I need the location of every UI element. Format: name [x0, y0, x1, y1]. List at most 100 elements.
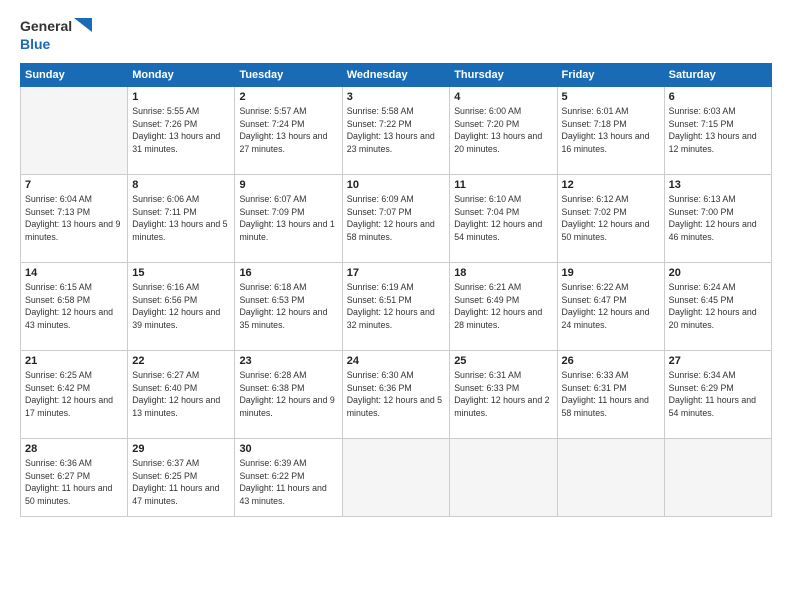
column-header-sunday: Sunday	[21, 63, 128, 86]
column-header-monday: Monday	[128, 63, 235, 86]
day-info: Sunrise: 6:37 AM Sunset: 6:25 PM Dayligh…	[132, 457, 230, 508]
calendar-cell: 8 Sunrise: 6:06 AM Sunset: 7:11 PM Dayli…	[128, 174, 235, 262]
calendar-cell	[342, 438, 449, 516]
calendar-cell	[557, 438, 664, 516]
day-number: 24	[347, 355, 445, 367]
day-number: 7	[25, 179, 123, 191]
day-number: 23	[239, 355, 337, 367]
day-info: Sunrise: 6:15 AM Sunset: 6:58 PM Dayligh…	[25, 281, 123, 332]
day-info: Sunrise: 6:12 AM Sunset: 7:02 PM Dayligh…	[562, 193, 660, 244]
day-info: Sunrise: 6:36 AM Sunset: 6:27 PM Dayligh…	[25, 457, 123, 508]
day-info: Sunrise: 6:30 AM Sunset: 6:36 PM Dayligh…	[347, 369, 445, 420]
day-info: Sunrise: 6:33 AM Sunset: 6:31 PM Dayligh…	[562, 369, 660, 420]
day-info: Sunrise: 6:28 AM Sunset: 6:38 PM Dayligh…	[239, 369, 337, 420]
day-number: 2	[239, 91, 337, 103]
calendar-cell: 27 Sunrise: 6:34 AM Sunset: 6:29 PM Dayl…	[664, 350, 771, 438]
day-info: Sunrise: 6:06 AM Sunset: 7:11 PM Dayligh…	[132, 193, 230, 244]
day-info: Sunrise: 6:00 AM Sunset: 7:20 PM Dayligh…	[454, 105, 552, 156]
calendar-cell	[664, 438, 771, 516]
calendar-cell: 13 Sunrise: 6:13 AM Sunset: 7:00 PM Dayl…	[664, 174, 771, 262]
calendar-cell: 5 Sunrise: 6:01 AM Sunset: 7:18 PM Dayli…	[557, 86, 664, 174]
day-number: 19	[562, 267, 660, 279]
day-number: 16	[239, 267, 337, 279]
calendar-cell: 28 Sunrise: 6:36 AM Sunset: 6:27 PM Dayl…	[21, 438, 128, 516]
calendar-cell: 14 Sunrise: 6:15 AM Sunset: 6:58 PM Dayl…	[21, 262, 128, 350]
calendar-cell	[21, 86, 128, 174]
day-info: Sunrise: 6:27 AM Sunset: 6:40 PM Dayligh…	[132, 369, 230, 420]
day-number: 9	[239, 179, 337, 191]
day-number: 11	[454, 179, 552, 191]
calendar-cell: 2 Sunrise: 5:57 AM Sunset: 7:24 PM Dayli…	[235, 86, 342, 174]
calendar-cell: 30 Sunrise: 6:39 AM Sunset: 6:22 PM Dayl…	[235, 438, 342, 516]
column-header-friday: Friday	[557, 63, 664, 86]
day-info: Sunrise: 5:55 AM Sunset: 7:26 PM Dayligh…	[132, 105, 230, 156]
day-info: Sunrise: 6:03 AM Sunset: 7:15 PM Dayligh…	[669, 105, 767, 156]
calendar-cell: 25 Sunrise: 6:31 AM Sunset: 6:33 PM Dayl…	[450, 350, 557, 438]
calendar-cell: 22 Sunrise: 6:27 AM Sunset: 6:40 PM Dayl…	[128, 350, 235, 438]
day-number: 20	[669, 267, 767, 279]
day-info: Sunrise: 6:31 AM Sunset: 6:33 PM Dayligh…	[454, 369, 552, 420]
day-number: 8	[132, 179, 230, 191]
page-header: General Blue	[20, 18, 772, 53]
day-number: 25	[454, 355, 552, 367]
column-header-saturday: Saturday	[664, 63, 771, 86]
day-number: 18	[454, 267, 552, 279]
day-info: Sunrise: 6:16 AM Sunset: 6:56 PM Dayligh…	[132, 281, 230, 332]
calendar-cell: 15 Sunrise: 6:16 AM Sunset: 6:56 PM Dayl…	[128, 262, 235, 350]
column-header-thursday: Thursday	[450, 63, 557, 86]
calendar-table: SundayMondayTuesdayWednesdayThursdayFrid…	[20, 63, 772, 517]
day-info: Sunrise: 6:09 AM Sunset: 7:07 PM Dayligh…	[347, 193, 445, 244]
day-info: Sunrise: 6:13 AM Sunset: 7:00 PM Dayligh…	[669, 193, 767, 244]
calendar-cell: 24 Sunrise: 6:30 AM Sunset: 6:36 PM Dayl…	[342, 350, 449, 438]
calendar-cell: 9 Sunrise: 6:07 AM Sunset: 7:09 PM Dayli…	[235, 174, 342, 262]
calendar-cell: 3 Sunrise: 5:58 AM Sunset: 7:22 PM Dayli…	[342, 86, 449, 174]
day-number: 5	[562, 91, 660, 103]
calendar-cell: 16 Sunrise: 6:18 AM Sunset: 6:53 PM Dayl…	[235, 262, 342, 350]
day-info: Sunrise: 6:21 AM Sunset: 6:49 PM Dayligh…	[454, 281, 552, 332]
day-number: 12	[562, 179, 660, 191]
column-header-tuesday: Tuesday	[235, 63, 342, 86]
day-info: Sunrise: 6:01 AM Sunset: 7:18 PM Dayligh…	[562, 105, 660, 156]
calendar-cell: 7 Sunrise: 6:04 AM Sunset: 7:13 PM Dayli…	[21, 174, 128, 262]
day-number: 1	[132, 91, 230, 103]
calendar-cell: 20 Sunrise: 6:24 AM Sunset: 6:45 PM Dayl…	[664, 262, 771, 350]
day-info: Sunrise: 5:58 AM Sunset: 7:22 PM Dayligh…	[347, 105, 445, 156]
day-number: 29	[132, 443, 230, 455]
day-info: Sunrise: 6:25 AM Sunset: 6:42 PM Dayligh…	[25, 369, 123, 420]
calendar-cell: 19 Sunrise: 6:22 AM Sunset: 6:47 PM Dayl…	[557, 262, 664, 350]
calendar-cell: 18 Sunrise: 6:21 AM Sunset: 6:49 PM Dayl…	[450, 262, 557, 350]
day-number: 22	[132, 355, 230, 367]
day-number: 21	[25, 355, 123, 367]
day-info: Sunrise: 6:04 AM Sunset: 7:13 PM Dayligh…	[25, 193, 123, 244]
calendar-cell: 21 Sunrise: 6:25 AM Sunset: 6:42 PM Dayl…	[21, 350, 128, 438]
calendar-cell: 6 Sunrise: 6:03 AM Sunset: 7:15 PM Dayli…	[664, 86, 771, 174]
calendar-cell: 1 Sunrise: 5:55 AM Sunset: 7:26 PM Dayli…	[128, 86, 235, 174]
day-info: Sunrise: 6:24 AM Sunset: 6:45 PM Dayligh…	[669, 281, 767, 332]
day-number: 27	[669, 355, 767, 367]
day-number: 14	[25, 267, 123, 279]
day-number: 4	[454, 91, 552, 103]
day-number: 15	[132, 267, 230, 279]
day-number: 30	[239, 443, 337, 455]
day-number: 13	[669, 179, 767, 191]
calendar-cell: 11 Sunrise: 6:10 AM Sunset: 7:04 PM Dayl…	[450, 174, 557, 262]
day-number: 6	[669, 91, 767, 103]
day-number: 28	[25, 443, 123, 455]
column-header-wednesday: Wednesday	[342, 63, 449, 86]
calendar-cell: 17 Sunrise: 6:19 AM Sunset: 6:51 PM Dayl…	[342, 262, 449, 350]
calendar-cell: 10 Sunrise: 6:09 AM Sunset: 7:07 PM Dayl…	[342, 174, 449, 262]
calendar-cell: 29 Sunrise: 6:37 AM Sunset: 6:25 PM Dayl…	[128, 438, 235, 516]
day-info: Sunrise: 6:34 AM Sunset: 6:29 PM Dayligh…	[669, 369, 767, 420]
day-number: 10	[347, 179, 445, 191]
calendar-cell: 4 Sunrise: 6:00 AM Sunset: 7:20 PM Dayli…	[450, 86, 557, 174]
calendar-cell	[450, 438, 557, 516]
day-number: 26	[562, 355, 660, 367]
logo: General Blue	[20, 18, 92, 53]
day-info: Sunrise: 6:19 AM Sunset: 6:51 PM Dayligh…	[347, 281, 445, 332]
calendar-cell: 12 Sunrise: 6:12 AM Sunset: 7:02 PM Dayl…	[557, 174, 664, 262]
calendar-cell: 23 Sunrise: 6:28 AM Sunset: 6:38 PM Dayl…	[235, 350, 342, 438]
day-info: Sunrise: 6:10 AM Sunset: 7:04 PM Dayligh…	[454, 193, 552, 244]
day-number: 3	[347, 91, 445, 103]
calendar-cell: 26 Sunrise: 6:33 AM Sunset: 6:31 PM Dayl…	[557, 350, 664, 438]
day-info: Sunrise: 6:18 AM Sunset: 6:53 PM Dayligh…	[239, 281, 337, 332]
